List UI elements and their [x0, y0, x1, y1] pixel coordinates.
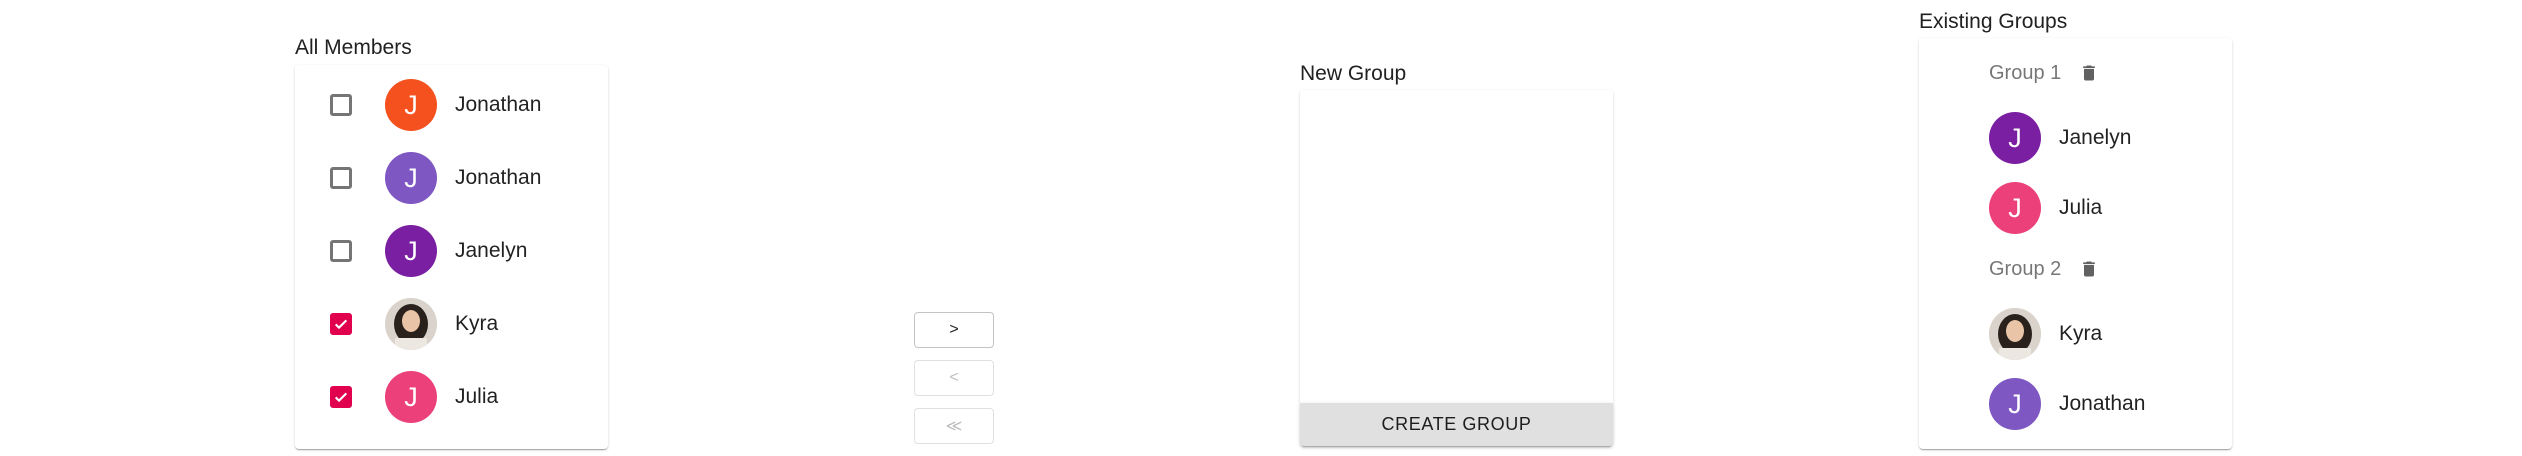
checkbox[interactable]: [330, 240, 352, 262]
group-member-row: J Janelyn: [1919, 102, 2232, 174]
group-member-row: J Julia: [1919, 172, 2232, 244]
move-all-left-button[interactable]: ≪: [914, 408, 994, 444]
group-title: Group 1: [1989, 62, 2062, 84]
existing-groups-list: Group 1 J Janelyn J Julia Group 2 Kyra J…: [1919, 38, 2232, 449]
member-name: Julia: [2059, 196, 2103, 219]
all-members-list: J Jonathan J Jonathan J Janelyn Kyra J J…: [295, 65, 608, 449]
new-group-list: [1300, 90, 1613, 403]
move-left-button[interactable]: <: [914, 360, 994, 396]
member-row[interactable]: J Julia: [295, 361, 608, 433]
person-photo-icon: [385, 298, 437, 350]
avatar: J: [1989, 378, 2041, 430]
new-group-title: New Group: [1300, 62, 1407, 85]
avatar: J: [1989, 112, 2041, 164]
group-member-row: J Jonathan: [1919, 368, 2232, 440]
all-members-title: All Members: [295, 36, 412, 59]
group-title: Group 2: [1989, 258, 2062, 280]
checkbox[interactable]: [330, 167, 352, 189]
avatar: J: [1989, 182, 2041, 234]
checkbox[interactable]: [330, 386, 352, 408]
member-row[interactable]: J Jonathan: [295, 142, 608, 214]
person-photo-icon: [1989, 308, 2041, 360]
member-name: Kyra: [2059, 322, 2103, 345]
group-member-row: Kyra: [1919, 298, 2232, 370]
member-row[interactable]: J Janelyn: [295, 215, 608, 287]
avatar: J: [385, 371, 437, 423]
member-row[interactable]: Kyra: [295, 288, 608, 360]
create-group-button[interactable]: CREATE GROUP: [1300, 403, 1613, 446]
checkbox[interactable]: [330, 94, 352, 116]
trash-icon[interactable]: [2079, 62, 2099, 84]
avatar-photo: [385, 298, 437, 350]
member-name: Jonathan: [2059, 392, 2146, 415]
checkbox[interactable]: [330, 313, 352, 335]
member-name: Julia: [455, 385, 499, 408]
avatar: J: [385, 79, 437, 131]
member-name: Jonathan: [455, 166, 542, 189]
member-name: Janelyn: [455, 239, 528, 262]
member-name: Kyra: [455, 312, 499, 335]
member-row[interactable]: J Jonathan: [295, 69, 608, 141]
existing-groups-title: Existing Groups: [1919, 10, 2068, 33]
member-name: Jonathan: [455, 93, 542, 116]
trash-icon[interactable]: [2079, 258, 2099, 280]
member-name: Janelyn: [2059, 126, 2132, 149]
avatar-photo: [1989, 308, 2041, 360]
avatar: J: [385, 152, 437, 204]
avatar: J: [385, 225, 437, 277]
move-right-button[interactable]: >: [914, 312, 994, 348]
